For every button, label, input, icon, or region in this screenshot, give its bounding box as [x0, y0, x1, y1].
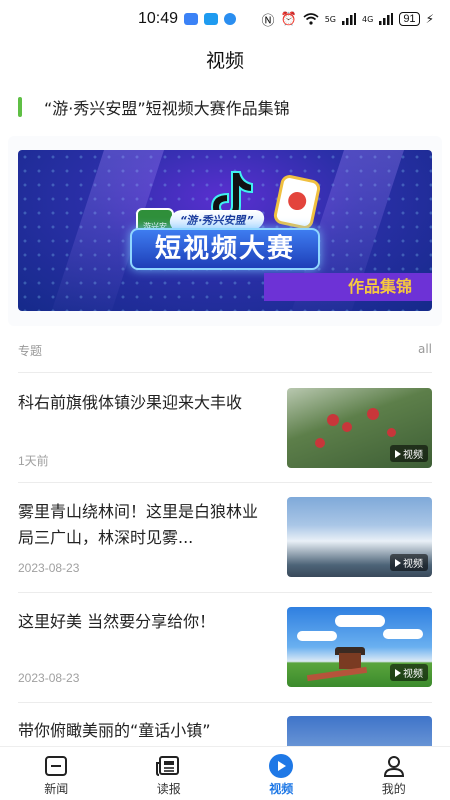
bottom-tab-bar: 新闻 读报 视频 我的 [0, 746, 450, 800]
banner-tag: 作品集锦 [264, 273, 432, 301]
fruit-shape [327, 414, 339, 426]
status-left: 10:49 [138, 10, 237, 28]
tab-label: 新闻 [44, 782, 69, 796]
play-icon [395, 668, 401, 677]
boardwalk-shape [306, 666, 368, 682]
news-date: 1天前 [18, 454, 49, 468]
tab-label: 视频 [269, 782, 294, 796]
list-item[interactable]: 这里好美 当然要分享给你！ 2023-08-23 视频 [18, 607, 432, 687]
play-icon [268, 754, 294, 778]
message-notification-icon [204, 13, 219, 25]
list-item[interactable]: 雾里青山绕林间！这里是白狼林业局三广山，林深时见雾... 2023-08-23 … [18, 497, 432, 577]
divider [18, 482, 432, 483]
video-badge-label: 视频 [403, 669, 423, 680]
news-date: 2023-08-23 [18, 671, 80, 685]
list-item[interactable]: 科右前旗俄体镇沙果迎来大丰收 1天前 视频 [18, 388, 432, 468]
banner-image[interactable]: 游兴安 “游·秀兴安盟” 短视频大赛 作品集锦 [18, 150, 432, 311]
tab-newspaper[interactable]: 读报 [113, 747, 226, 800]
alarm-icon: ⏰ [280, 11, 297, 27]
user-icon [381, 754, 407, 778]
news-title: 雾里青山绕林间！这里是白狼林业局三广山，林深时见雾... [18, 502, 259, 547]
collection-title: “游·秀兴安盟”短视频大赛作品集锦 [44, 99, 290, 118]
divider [18, 592, 432, 593]
browser-notification-icon [224, 13, 237, 25]
news-thumbnail: 视频 [287, 607, 432, 687]
news-title: 这里好美 当然要分享给你！ [18, 612, 216, 631]
banner-main-text: 短视频大赛 [130, 228, 320, 270]
charging-icon: ⚡ [425, 12, 434, 26]
news-icon [43, 754, 69, 778]
battery-level: 91 [399, 12, 420, 26]
banner-tag-text: 作品集锦 [348, 277, 413, 296]
fruit-shape [315, 438, 325, 448]
video-badge: 视频 [390, 664, 428, 681]
divider [18, 702, 432, 703]
newspaper-icon [155, 754, 182, 778]
news-date: 2023-08-23 [18, 561, 80, 575]
signal-icon-1 [342, 13, 357, 25]
news-thumbnail: 视频 [287, 388, 432, 468]
section-label: 专题 [18, 344, 43, 358]
banner-subtitle: “游·秀兴安盟” [168, 210, 266, 230]
page-title: 视频 [205, 50, 244, 72]
list-item[interactable]: 带你俯瞰美丽的“童话小镇” [18, 716, 432, 746]
divider [18, 372, 432, 373]
play-icon [395, 558, 401, 567]
signal-icon-2 [379, 13, 394, 25]
tab-label: 我的 [381, 782, 406, 796]
cloud-shape [297, 631, 337, 641]
wifi-icon [303, 13, 319, 25]
video-badge-label: 视频 [403, 450, 423, 461]
section-all-link[interactable]: all [418, 342, 432, 359]
tab-video[interactable]: 视频 [225, 747, 338, 800]
status-bar: 10:49 Ⓝ ⏰ 5G 4G 91 ⚡ [0, 0, 450, 38]
collection-header[interactable]: “游·秀兴安盟”短视频大赛作品集锦 [18, 95, 290, 119]
news-title: 科右前旗俄体镇沙果迎来大丰收 [18, 393, 243, 412]
tab-news[interactable]: 新闻 [0, 747, 113, 800]
status-time: 10:49 [138, 10, 179, 27]
play-icon [395, 449, 401, 458]
video-badge: 视频 [390, 554, 428, 571]
news-title: 带你俯瞰美丽的“童话小镇” [18, 721, 211, 740]
pavilion-shape [339, 653, 361, 669]
network-4g-label: 4G [362, 14, 374, 24]
news-thumbnail: 视频 [287, 497, 432, 577]
fruit-shape [342, 422, 352, 432]
fruit-shape [387, 428, 396, 437]
status-right: Ⓝ ⏰ 5G 4G 91 ⚡ [262, 10, 434, 29]
video-badge-label: 视频 [403, 559, 423, 570]
cloud-shape [335, 615, 385, 627]
news-thumbnail [287, 716, 432, 746]
tab-label: 读报 [156, 782, 181, 796]
cloud-shape [383, 629, 423, 639]
fruit-shape [367, 408, 379, 420]
network-5g-label: 5G [324, 14, 337, 24]
app-notification-icon [184, 13, 199, 25]
nfc-icon: Ⓝ [261, 13, 275, 29]
section-marker [18, 97, 22, 117]
tab-profile[interactable]: 我的 [338, 747, 450, 800]
section-row: 专题 all [18, 342, 432, 359]
video-badge: 视频 [390, 445, 428, 462]
